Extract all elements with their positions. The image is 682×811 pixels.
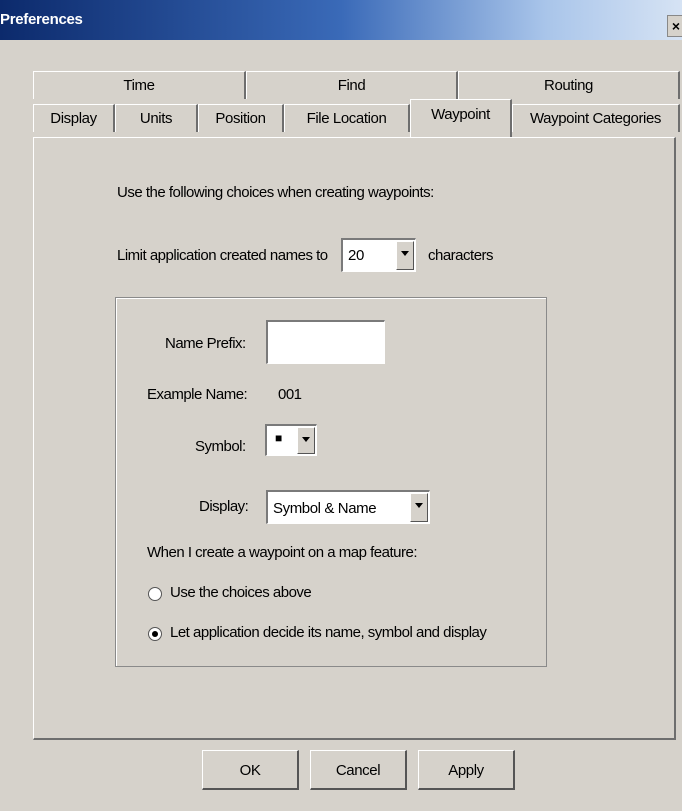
symbol-select[interactable]: ■ — [265, 424, 317, 456]
example-name-value: 001 — [278, 386, 302, 403]
limit-suffix: characters — [428, 247, 494, 264]
name-length-value: 20 — [348, 247, 364, 264]
symbol-label: Symbol: — [195, 438, 246, 455]
example-name-label: Example Name: — [147, 386, 248, 403]
radio-use-choices-label[interactable]: Use the choices above — [170, 584, 312, 601]
tab-routing[interactable]: Routing — [458, 71, 680, 99]
display-label: Display: — [199, 498, 249, 515]
tab-position[interactable]: Position — [198, 104, 284, 132]
limit-label: Limit application created names to — [117, 247, 328, 264]
apply-button[interactable]: Apply — [418, 750, 515, 790]
close-button[interactable]: × — [667, 15, 682, 37]
tab-waypoint-categories[interactable]: Waypoint Categories — [512, 104, 680, 132]
symbol-value: ■ — [275, 431, 282, 445]
map-feature-label: When I create a waypoint on a map featur… — [147, 544, 418, 561]
tab-units[interactable]: Units — [115, 104, 198, 132]
tab-time[interactable]: Time — [33, 71, 246, 99]
chevron-down-icon[interactable] — [410, 493, 428, 522]
radio-let-application-decide[interactable] — [148, 627, 162, 641]
tab-display[interactable]: Display — [33, 104, 115, 132]
display-select[interactable]: Symbol & Name — [266, 490, 430, 524]
ok-button[interactable]: OK — [202, 750, 299, 790]
chevron-down-icon[interactable] — [396, 241, 414, 270]
title-bar[interactable]: Preferences × — [0, 0, 682, 40]
radio-use-choices-above[interactable] — [148, 587, 162, 601]
name-length-select[interactable]: 20 — [341, 238, 416, 272]
display-value: Symbol & Name — [273, 500, 377, 517]
name-prefix-label: Name Prefix: — [165, 335, 246, 352]
tab-file-location[interactable]: File Location — [284, 104, 410, 132]
window-title: Preferences — [0, 11, 83, 28]
name-prefix-input[interactable] — [266, 320, 385, 364]
chevron-down-icon[interactable] — [297, 427, 315, 454]
radio-let-application-label[interactable]: Let application decide its name, symbol … — [170, 624, 487, 641]
preferences-dialog: Preferences × Time Find Routing Display … — [0, 0, 682, 811]
tab-waypoint[interactable]: Waypoint — [410, 99, 512, 137]
intro-text: Use the following choices when creating … — [117, 184, 434, 201]
cancel-button[interactable]: Cancel — [310, 750, 407, 790]
tab-find[interactable]: Find — [246, 71, 458, 99]
